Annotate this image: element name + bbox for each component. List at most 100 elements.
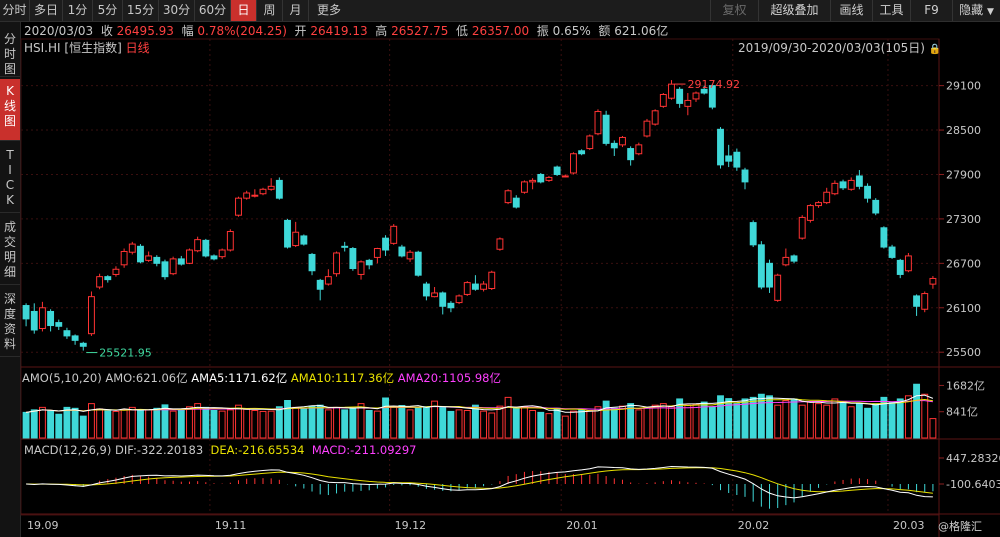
candle-down <box>63 330 71 337</box>
candle-down <box>137 245 144 263</box>
volume-bar <box>643 406 651 439</box>
volume-bar <box>668 406 675 439</box>
candle-down <box>512 197 520 208</box>
price-tick-label: 27300 <box>946 213 981 226</box>
candle-up <box>455 295 463 304</box>
candle-up <box>218 249 226 258</box>
volume-bar <box>365 410 373 439</box>
volume-bar <box>63 406 71 439</box>
x-tick-label: 20.01 <box>566 519 598 532</box>
volume-bar <box>455 409 463 439</box>
volume-bar <box>847 406 855 439</box>
volume-bar <box>137 410 144 439</box>
volume-bar <box>186 406 193 439</box>
candle-down <box>855 175 863 187</box>
candle-up <box>431 292 439 298</box>
candle-down <box>79 342 87 347</box>
candle-down <box>104 276 112 281</box>
candle-up <box>594 111 602 135</box>
candle-up <box>38 307 46 329</box>
volume-bar <box>586 410 594 439</box>
dif-value: DIF:-322.20183 <box>115 443 204 457</box>
candle-up <box>267 185 275 190</box>
volume-bar <box>120 409 128 439</box>
volume-bar <box>831 398 839 439</box>
volume-bar <box>790 398 798 439</box>
volume-bar <box>815 403 822 439</box>
candle-up <box>88 296 95 335</box>
volume-bar <box>177 409 185 439</box>
candle-up <box>128 243 136 253</box>
volume-bar <box>284 400 291 439</box>
candle-up <box>169 258 177 275</box>
volume-tick-label: 841亿 <box>946 406 978 419</box>
volume-bar <box>55 413 63 439</box>
x-tick-label: 19.09 <box>27 519 59 532</box>
candle-up <box>120 250 128 266</box>
volume-bar <box>275 406 283 439</box>
candle-up <box>921 293 929 310</box>
candle-down <box>864 185 871 199</box>
volume-bar <box>684 404 692 439</box>
macd-title: MACD(12,26,9) <box>24 443 112 457</box>
volume-bar <box>333 406 340 439</box>
candle-up <box>692 92 700 100</box>
volume-bar <box>71 407 79 439</box>
candle-down <box>439 292 447 307</box>
volume-bar <box>145 409 153 439</box>
candle-down <box>749 222 757 246</box>
volume-bar <box>520 406 528 439</box>
volume-bar <box>855 403 863 439</box>
candle-up <box>831 182 839 195</box>
candle-down <box>610 142 618 149</box>
volume-bar <box>553 407 561 439</box>
candle-down <box>790 255 798 262</box>
volume-bar <box>692 403 700 439</box>
candle-down <box>880 227 888 248</box>
candle-down <box>553 166 561 175</box>
candle-up <box>373 248 381 258</box>
volume-bar <box>357 403 365 439</box>
volume-bar <box>578 409 586 439</box>
candle-down <box>341 245 349 248</box>
candle-down <box>30 310 38 331</box>
candle-down <box>896 259 904 275</box>
volume-bar <box>774 404 782 439</box>
candle-up <box>619 136 626 146</box>
candle-down <box>22 305 30 320</box>
candle-down <box>602 114 610 144</box>
candle-down <box>888 246 896 258</box>
volume-bar <box>243 408 251 439</box>
volume-bar <box>888 401 896 439</box>
volume-bar <box>570 410 577 439</box>
candle-up <box>463 282 471 295</box>
candle-down <box>153 256 161 264</box>
dif-line <box>26 465 933 499</box>
candle-up <box>488 271 496 290</box>
volume-bar <box>169 410 177 439</box>
candle-down <box>414 251 422 276</box>
volume-bar <box>512 407 520 439</box>
volume-bar <box>659 403 667 439</box>
candle-up <box>480 283 488 290</box>
candle-up <box>668 83 675 99</box>
high-annotation: 29174.92 <box>687 78 740 91</box>
candle-up <box>226 230 234 251</box>
volume-bar <box>439 406 447 439</box>
volume-bar <box>210 410 218 439</box>
candle-up <box>112 268 120 275</box>
volume-bar <box>480 410 488 439</box>
candle-up <box>333 252 340 275</box>
candle-down <box>471 283 479 290</box>
volume-bar <box>47 410 55 439</box>
candle-up <box>798 216 806 239</box>
price-tick-label: 27900 <box>946 168 981 181</box>
candle-down <box>725 155 733 162</box>
candle-down <box>210 255 218 260</box>
volume-bar <box>104 410 112 439</box>
amo-value: AMO:621.06亿 <box>105 371 188 385</box>
ama10-value: AMA10:1117.36亿 <box>290 371 395 385</box>
price-tick-label: 25500 <box>946 346 981 359</box>
candle-down <box>382 237 389 251</box>
candle-up <box>235 197 242 216</box>
